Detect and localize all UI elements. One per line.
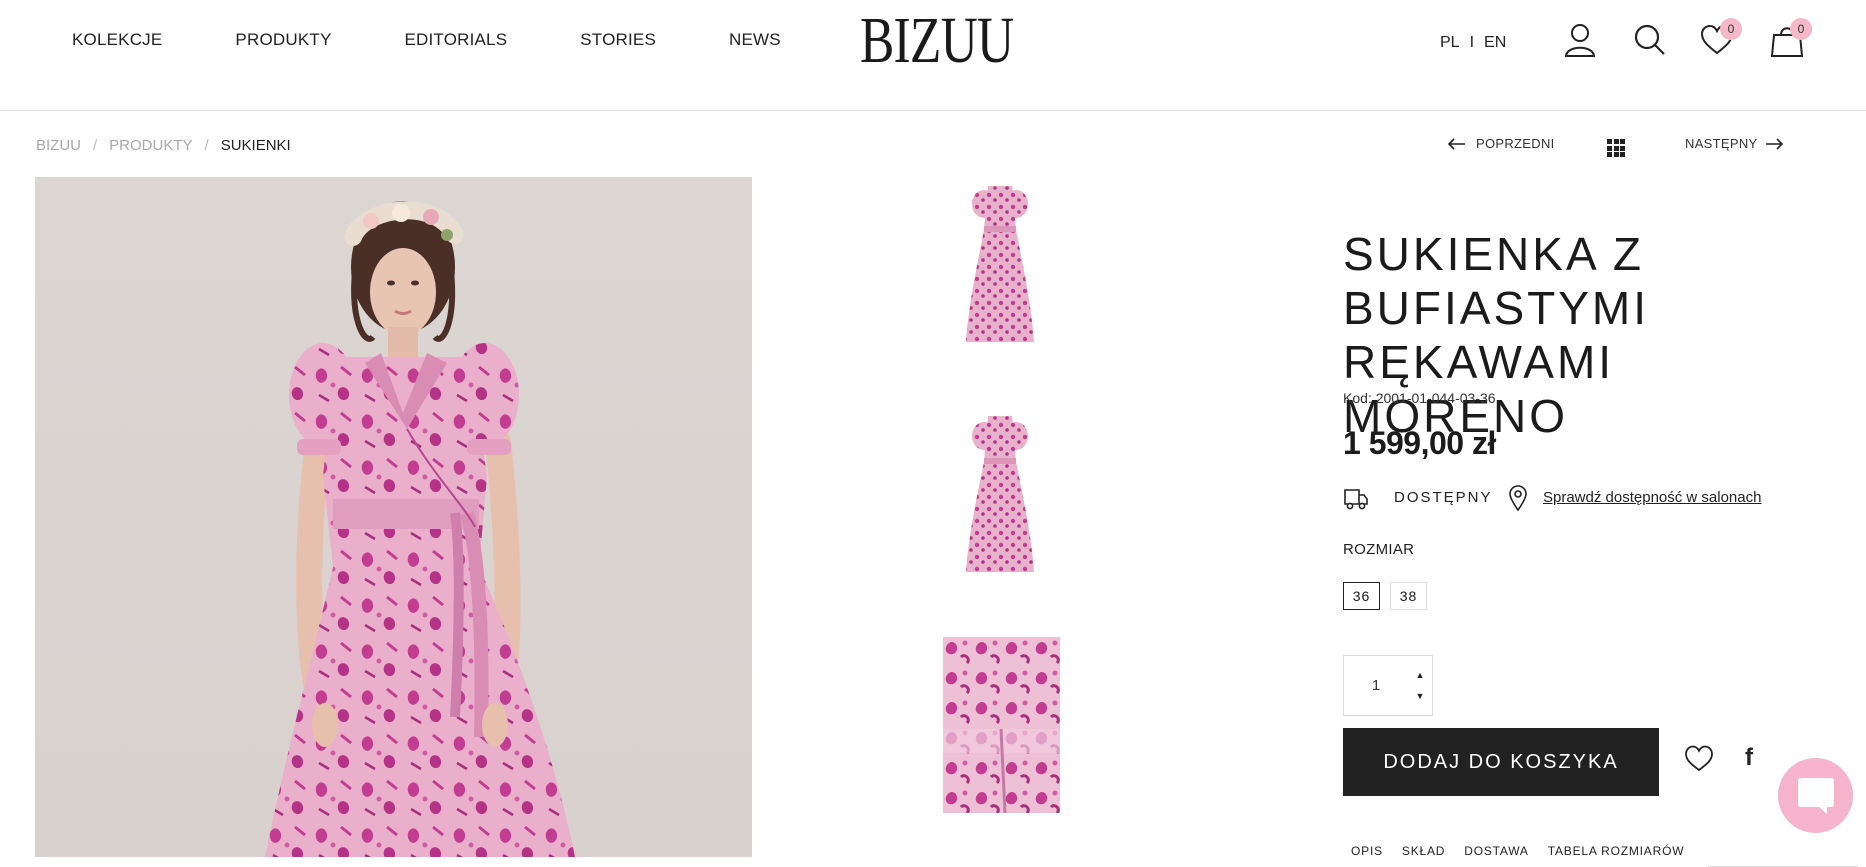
cart-icon[interactable]: 0 xyxy=(1770,18,1812,58)
location-pin-icon xyxy=(1509,485,1527,511)
availability-status: DOSTĘPNY xyxy=(1394,489,1493,506)
wishlist-count-badge: 0 xyxy=(1720,18,1742,40)
previous-label: POPRZEDNI xyxy=(1476,136,1555,151)
quantity-decrease-icon[interactable]: ▼ xyxy=(1408,686,1432,706)
arrow-right-icon xyxy=(1766,137,1784,150)
wishlist-icon[interactable]: 0 xyxy=(1700,18,1742,58)
product-price: 1 599,00 zł xyxy=(1343,425,1496,461)
site-header: KOLEKCJE PRODUKTY EDITORIALS STORIES NEW… xyxy=(0,0,1866,111)
add-to-cart-button[interactable]: DODAJ DO KOSZYKA xyxy=(1343,728,1659,796)
thumbnail-2[interactable] xyxy=(962,410,1038,578)
size-option-36[interactable]: 36 xyxy=(1343,582,1380,610)
product-info-tabs: OPIS SKŁAD DOSTAWA TABELA ROZMIARÓW xyxy=(1351,844,1703,858)
lang-separator: I xyxy=(1469,34,1475,51)
tab-sklad[interactable]: SKŁAD xyxy=(1402,844,1445,858)
breadcrumb-separator: / xyxy=(93,137,98,154)
add-to-wishlist-heart-icon[interactable] xyxy=(1684,744,1714,772)
thumbnail-dress-front xyxy=(966,186,1034,342)
chat-bubble-icon xyxy=(1798,778,1834,814)
account-icon[interactable] xyxy=(1563,22,1597,58)
lang-en[interactable]: EN xyxy=(1484,34,1506,51)
check-salon-availability-link[interactable]: Sprawdź dostępność w salonach xyxy=(1543,489,1761,506)
product-title: SUKIENKA Z BUFIASTYMI RĘKAWAMI MORENO xyxy=(1343,228,1650,442)
lang-pl[interactable]: PL xyxy=(1440,34,1460,51)
tab-opis[interactable]: OPIS xyxy=(1351,844,1383,858)
nav-news[interactable]: NEWS xyxy=(729,30,781,50)
thumbnail-dress-back xyxy=(966,416,1034,572)
grid-view-icon[interactable] xyxy=(1607,139,1625,157)
model-dress-illustration xyxy=(265,201,575,857)
thumbnail-1[interactable] xyxy=(962,180,1038,348)
nav-editorials[interactable]: EDITORIALS xyxy=(404,30,507,50)
previous-product-link[interactable]: POPRZEDNI xyxy=(1448,136,1555,151)
next-product-link[interactable]: NASTĘPNY xyxy=(1685,136,1784,151)
product-code: Kod: 2001-01-044-03-36 xyxy=(1343,390,1496,406)
quantity-input[interactable]: 1 xyxy=(1344,656,1408,715)
brand-logo[interactable]: BIZUU xyxy=(860,8,1014,74)
nav-stories[interactable]: STORIES xyxy=(580,30,656,50)
size-option-38[interactable]: 38 xyxy=(1390,582,1427,610)
chat-widget-button[interactable] xyxy=(1778,758,1853,833)
breadcrumb-bizuu[interactable]: BIZUU xyxy=(36,137,81,154)
tab-dostawa[interactable]: DOSTAWA xyxy=(1464,844,1529,858)
nav-produkty[interactable]: PRODUKTY xyxy=(235,30,331,50)
nav-kolekcje[interactable]: KOLEKCJE xyxy=(72,30,162,50)
arrow-left-icon xyxy=(1448,137,1465,150)
breadcrumb: BIZUU / PRODUKTY / SUKIENKI xyxy=(36,137,291,154)
size-label: ROZMIAR xyxy=(1343,541,1415,558)
delivery-truck-icon xyxy=(1344,489,1368,510)
thumbnail-3[interactable] xyxy=(943,637,1060,813)
next-label: NASTĘPNY xyxy=(1685,136,1758,151)
facebook-share-icon[interactable]: f xyxy=(1745,744,1753,772)
breadcrumb-separator: / xyxy=(204,137,209,154)
breadcrumb-produkty[interactable]: PRODUKTY xyxy=(109,137,192,154)
main-nav: KOLEKCJE PRODUKTY EDITORIALS STORIES NEW… xyxy=(72,30,854,50)
availability-row: DOSTĘPNY Sprawdź dostępność w salonach xyxy=(1343,485,1823,511)
language-switcher: PL I EN xyxy=(1440,34,1506,52)
main-product-image[interactable] xyxy=(35,177,752,857)
quantity-increase-icon[interactable]: ▲ xyxy=(1408,665,1432,685)
cart-count-badge: 0 xyxy=(1790,18,1812,40)
thumbnail-fabric-detail xyxy=(943,637,1060,813)
breadcrumb-sukienki: SUKIENKI xyxy=(220,137,291,154)
tab-size-chart[interactable]: TABELA ROZMIARÓW xyxy=(1548,844,1685,858)
quantity-stepper: 1 ▲ ▼ xyxy=(1343,655,1433,716)
search-icon[interactable] xyxy=(1632,22,1666,58)
